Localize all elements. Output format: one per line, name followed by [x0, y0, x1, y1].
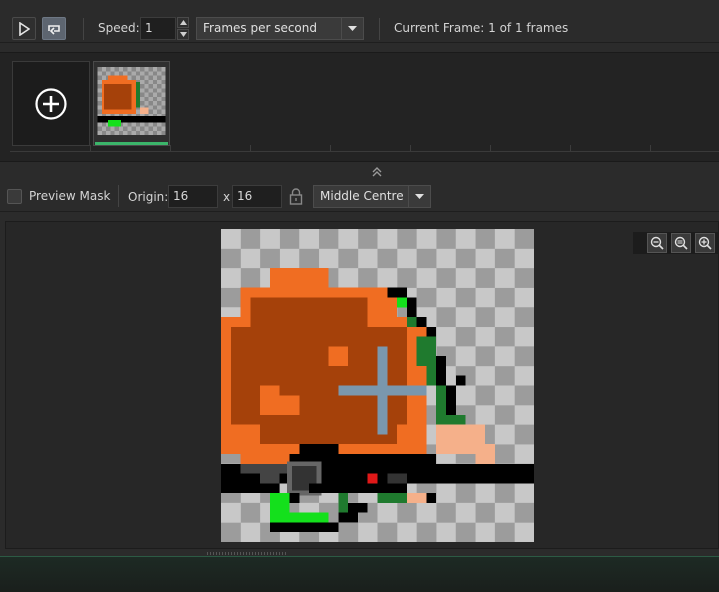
separator	[118, 185, 119, 207]
zoom-out-icon	[650, 236, 664, 250]
zoom-in-icon	[698, 236, 712, 250]
zoom-controls	[633, 232, 719, 254]
preview-mask-checkbox[interactable]	[7, 189, 22, 204]
frame-thumbnail[interactable]	[93, 61, 170, 146]
frame-strip	[0, 52, 719, 162]
bottom-panel	[0, 556, 719, 592]
origin-preset-value: Middle Centre	[320, 189, 404, 203]
dropdown-button[interactable]	[341, 18, 363, 39]
preview-mask-label: Preview Mask	[29, 189, 111, 203]
current-frame-label: Current Frame: 1 of 1 frames	[394, 21, 569, 35]
timeline-ruler	[10, 151, 719, 152]
speed-input[interactable]: 1	[140, 17, 176, 40]
origin-preset-dropdown[interactable]: Middle Centre	[313, 185, 431, 208]
zoom-in-button[interactable]	[695, 233, 715, 253]
separator	[379, 18, 380, 40]
ruler-tick	[90, 145, 91, 151]
chevron-down-icon	[415, 194, 424, 199]
origin-y-input[interactable]: 16	[232, 185, 282, 208]
sprite-canvas[interactable]	[221, 229, 534, 542]
chevron-down-icon	[348, 26, 357, 31]
origin-label: Origin:	[128, 190, 169, 204]
resize-grip[interactable]	[207, 552, 287, 555]
speed-label: Speed:	[98, 21, 140, 35]
loop-button[interactable]	[42, 17, 66, 40]
lock-icon	[289, 188, 303, 205]
ruler-tick	[170, 145, 171, 151]
play-icon	[19, 21, 30, 36]
double-chevron-up-icon	[372, 167, 382, 177]
origin-separator: x	[223, 190, 231, 204]
zoom-reset-icon	[674, 236, 688, 250]
add-frame-button[interactable]	[12, 61, 90, 146]
speed-up-button[interactable]	[177, 17, 189, 28]
speed-down-button[interactable]	[177, 29, 189, 40]
origin-x-input[interactable]: 16	[168, 185, 218, 208]
ruler-tick	[250, 145, 251, 151]
arrow-down-icon	[179, 32, 187, 37]
speed-unit-dropdown[interactable]: Frames per second	[196, 17, 364, 40]
dropdown-button[interactable]	[408, 186, 430, 207]
frame-thumbnail-image	[97, 67, 166, 135]
ruler-tick	[410, 145, 411, 151]
play-button[interactable]	[12, 17, 36, 40]
zoom-out-button[interactable]	[647, 233, 667, 253]
loop-icon	[48, 24, 60, 35]
sprite-toolbar: Speed: 1 Frames per second Current Frame…	[0, 0, 719, 43]
ruler-tick	[570, 145, 571, 151]
zoom-reset-button[interactable]	[671, 233, 691, 253]
arrow-up-icon	[179, 20, 187, 25]
speed-unit-value: Frames per second	[203, 21, 317, 35]
add-frame-icon	[35, 87, 67, 120]
ruler-tick	[490, 145, 491, 151]
separator	[83, 18, 84, 40]
ruler-tick	[650, 145, 651, 151]
lock-origin-button[interactable]	[289, 188, 303, 208]
collapse-panel-button[interactable]	[370, 166, 384, 178]
origin-toolbar: Preview Mask Origin: 16 x 16 Middle Cent…	[0, 181, 719, 212]
frame-selected-indicator	[95, 142, 168, 145]
ruler-tick	[330, 145, 331, 151]
